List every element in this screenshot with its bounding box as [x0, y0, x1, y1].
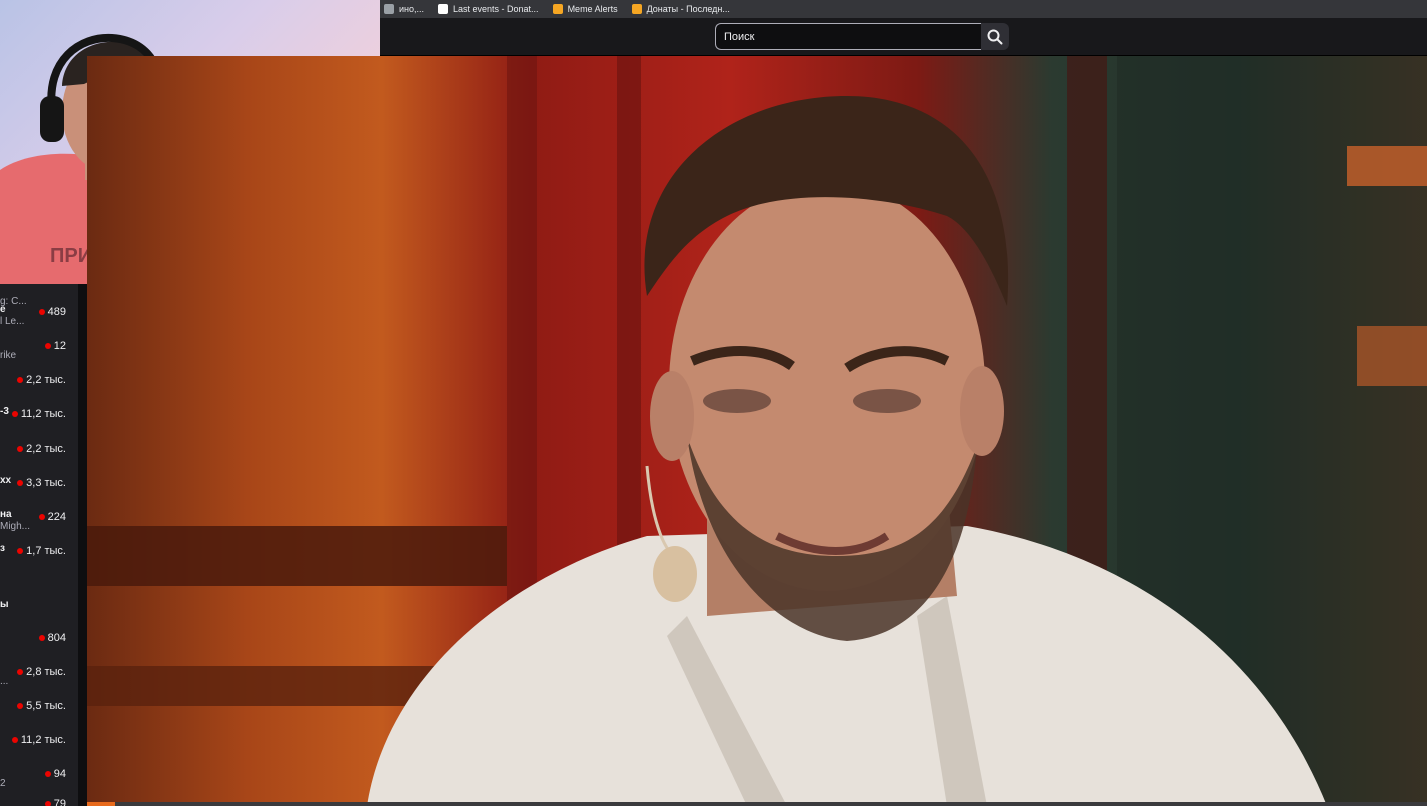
- channel-name: e: [0, 304, 6, 315]
- bookmark-label: Донаты - Последн...: [646, 4, 730, 14]
- sidebar-channel-item[interactable]: ы: [0, 599, 78, 629]
- live-indicator-icon: [11, 737, 18, 743]
- viewer-count: 804: [38, 632, 66, 644]
- viewer-count-text: 224: [47, 511, 66, 523]
- sidebar-channel-item[interactable]: 804: [0, 630, 78, 660]
- followed-channels-sidebar: g: C... e l Le... 489 rike 12 2,2 тыс. -3 11,2 т…: [0, 284, 78, 806]
- bookmark-item[interactable]: Донаты - Последн...: [631, 4, 730, 14]
- bookmark-item[interactable]: Meme Alerts: [552, 4, 618, 14]
- viewer-count-text: 3,3 тыс.: [26, 477, 66, 489]
- viewer-count: 5,5 тыс.: [17, 700, 66, 712]
- viewer-count-text: 94: [53, 768, 66, 780]
- live-indicator-icon: [38, 514, 45, 520]
- viewer-count-text: 5,5 тыс.: [26, 700, 66, 712]
- viewer-count: 1,7 тыс.: [17, 545, 66, 557]
- channel-game: Migh...: [0, 521, 31, 532]
- live-indicator-icon: [44, 343, 51, 349]
- sidebar-channel-item[interactable]: 2,2 тыс.: [0, 372, 78, 402]
- live-indicator-icon: [11, 411, 18, 417]
- channel-name: на: [0, 509, 12, 520]
- channel-game: 2: [0, 778, 6, 789]
- bookmark-label: ино,...: [399, 4, 425, 14]
- viewer-count: 12: [44, 340, 66, 352]
- bookmark-icon: [384, 4, 394, 14]
- bookmark-label: Last events - Donat...: [453, 4, 539, 14]
- live-indicator-icon: [17, 377, 24, 383]
- bookmarks-bar: ино,... Last events - Donat... Meme Alerts…: [380, 0, 1427, 18]
- sidebar-divider: [78, 284, 87, 806]
- viewer-count-text: 11,2 тыс.: [20, 734, 66, 746]
- channel-game: ...: [0, 676, 9, 687]
- channel-game: rike: [0, 350, 17, 361]
- viewer-count-text: 2,2 тыс.: [26, 374, 66, 386]
- live-indicator-icon: [17, 480, 24, 486]
- sidebar-channel-item[interactable]: 79: [0, 796, 78, 806]
- viewer-count: 11,2 тыс.: [11, 734, 66, 746]
- channel-name: з: [0, 543, 5, 554]
- viewer-count-text: 489: [47, 306, 66, 318]
- top-nav: [380, 18, 1427, 56]
- bookmark-item[interactable]: Last events - Donat...: [438, 4, 539, 14]
- sidebar-channel-item[interactable]: на Migh... 224: [0, 509, 78, 539]
- donatepay-icon: [631, 4, 642, 14]
- sidebar-channel-item[interactable]: rike 12: [0, 338, 78, 368]
- live-indicator-icon: [17, 446, 24, 452]
- viewer-count: 94: [44, 768, 66, 780]
- viewer-count-text: 11,2 тыс.: [20, 408, 66, 420]
- viewer-count-text: 79: [53, 798, 66, 806]
- live-indicator-icon: [44, 771, 51, 777]
- live-indicator-icon: [17, 703, 24, 709]
- viewer-count-text: 1,7 тыс.: [26, 545, 66, 557]
- sidebar-channel-item[interactable]: 2 94: [0, 766, 78, 796]
- viewer-count: 2,2 тыс.: [17, 374, 66, 386]
- search-input[interactable]: [715, 23, 981, 50]
- video-player[interactable]: [87, 56, 1427, 806]
- viewer-count: 2,2 тыс.: [17, 443, 66, 455]
- sidebar-channel-item[interactable]: 2,2 тыс.: [0, 441, 78, 471]
- sidebar-channel-item[interactable]: -3 11,2 тыс.: [0, 406, 78, 436]
- memealerts-icon: [552, 4, 563, 14]
- search-button[interactable]: [981, 23, 1009, 50]
- video-progress-bar[interactable]: [87, 802, 1427, 806]
- bookmark-label: Meme Alerts: [567, 4, 618, 14]
- bookmark-item[interactable]: ино,...: [384, 4, 424, 14]
- live-indicator-icon: [44, 801, 51, 806]
- channel-game: l Le...: [0, 316, 25, 327]
- viewer-count: 79: [44, 798, 66, 806]
- viewer-count: 224: [38, 511, 66, 523]
- app-root: ПРИНЦЕСС ино,...Last events - Donat...Me…: [0, 0, 1427, 806]
- search-bar: [715, 23, 1009, 50]
- viewer-count-text: 2,2 тыс.: [26, 443, 66, 455]
- search-icon: [987, 29, 1003, 44]
- viewer-count: 3,3 тыс.: [17, 477, 66, 489]
- sidebar-channel-item[interactable]: xx 3,3 тыс.: [0, 475, 78, 505]
- live-indicator-icon: [38, 635, 45, 641]
- viewer-count: 11,2 тыс.: [11, 408, 66, 420]
- sidebar-channel-item[interactable]: 5,5 тыс.: [0, 698, 78, 728]
- viewer-count-text: 2,8 тыс.: [26, 666, 66, 678]
- video-progress-fill: [87, 802, 116, 806]
- live-indicator-icon: [17, 669, 24, 675]
- sidebar-channel-item[interactable]: 11,2 тыс.: [0, 732, 78, 762]
- channel-name: xx: [0, 475, 12, 486]
- donationalerts-icon: [438, 4, 449, 14]
- channel-name: -3: [0, 406, 9, 417]
- channel-name: ы: [0, 599, 9, 610]
- sidebar-channel-item[interactable]: el Le... 489: [0, 304, 78, 334]
- live-indicator-icon: [38, 309, 45, 315]
- video-frame: [87, 56, 1427, 806]
- viewer-count-text: 804: [47, 632, 66, 644]
- viewer-count: 2,8 тыс.: [17, 666, 66, 678]
- live-indicator-icon: [17, 548, 24, 554]
- viewer-count-text: 12: [53, 340, 66, 352]
- sidebar-channel-item[interactable]: ... 2,8 тыс.: [0, 664, 78, 694]
- headset-mic-shape: [653, 546, 697, 602]
- viewer-count: 489: [38, 306, 66, 318]
- sidebar-channel-item[interactable]: з 1,7 тыс.: [0, 543, 78, 573]
